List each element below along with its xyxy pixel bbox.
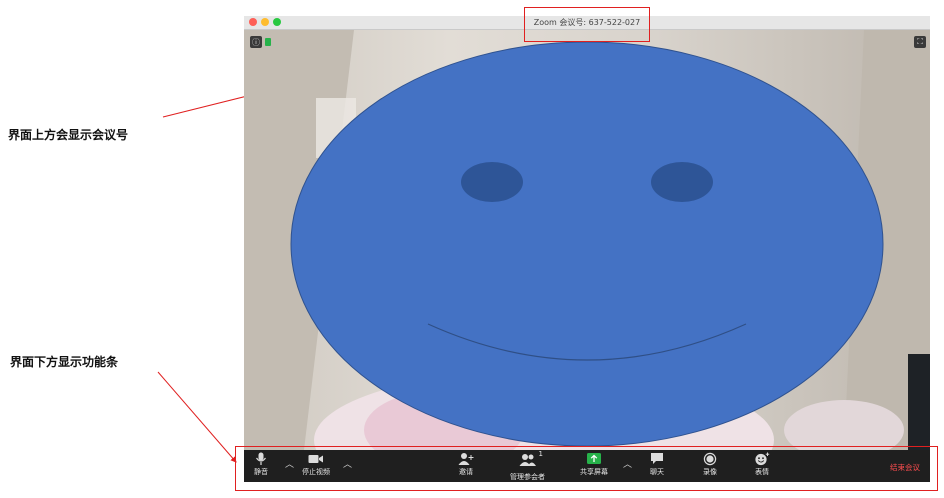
left-eye bbox=[461, 162, 523, 202]
zoom-window: Zoom 会议号: 637-522-027 ⓘ ⛶ 静音 ︿ 停止视频 ︿ 邀请… bbox=[244, 16, 930, 482]
arrow-to-toolbar bbox=[157, 371, 237, 463]
video-area: ⓘ ⛶ bbox=[244, 30, 930, 450]
right-eye bbox=[651, 162, 713, 202]
fullscreen-icon[interactable]: ⛶ bbox=[914, 36, 926, 48]
shield-icon bbox=[265, 38, 271, 46]
toolbar-highlight bbox=[235, 446, 938, 491]
smiley-face bbox=[290, 41, 884, 447]
info-icon[interactable]: ⓘ bbox=[250, 36, 262, 48]
face-shape bbox=[290, 41, 884, 447]
meeting-id-highlight bbox=[524, 7, 650, 42]
